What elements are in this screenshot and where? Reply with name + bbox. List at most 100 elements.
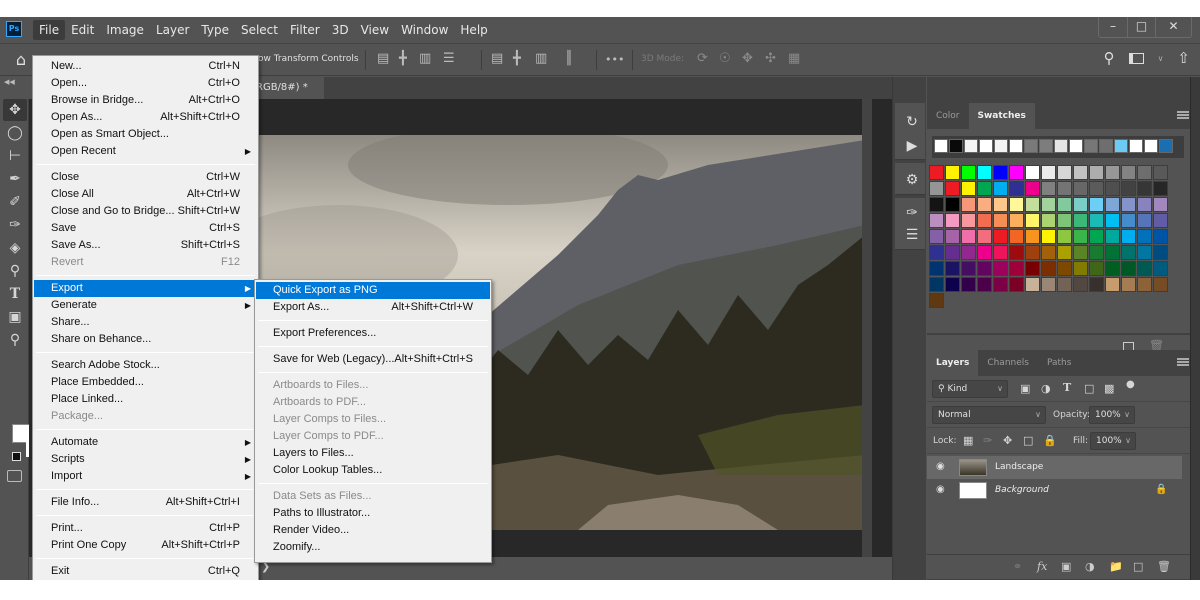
align-top-icon[interactable]: ▤ xyxy=(491,51,503,66)
menu-edit[interactable]: Edit xyxy=(65,17,100,43)
color-swatch[interactable] xyxy=(993,261,1008,276)
home-icon[interactable]: ⌂ xyxy=(10,50,32,70)
export-menu-item[interactable]: Render Video... xyxy=(256,522,490,539)
color-swatch[interactable] xyxy=(1041,213,1056,228)
color-swatch[interactable] xyxy=(1057,261,1072,276)
chevron-down-icon[interactable]: ∨ xyxy=(1158,54,1164,63)
color-swatch[interactable] xyxy=(1137,197,1152,212)
color-swatch[interactable] xyxy=(945,261,960,276)
color-swatch[interactable] xyxy=(1105,229,1120,244)
color-swatch[interactable] xyxy=(1153,197,1168,212)
menu-image[interactable]: Image xyxy=(100,17,150,43)
color-swatch[interactable] xyxy=(1009,245,1024,260)
color-swatch[interactable] xyxy=(1041,165,1056,180)
file-menu-item[interactable]: Automate ▶ xyxy=(34,434,257,451)
layer-row-landscape[interactable]: ◉ Landscape xyxy=(927,456,1182,479)
color-swatch[interactable] xyxy=(1041,245,1056,260)
color-swatch[interactable] xyxy=(1041,277,1056,292)
color-swatch[interactable] xyxy=(1009,229,1024,244)
color-swatch[interactable] xyxy=(1137,277,1152,292)
actions-play-icon[interactable]: ▶ xyxy=(901,135,923,157)
color-swatch[interactable] xyxy=(1009,277,1024,292)
distribute-vertical-icon[interactable]: ║ xyxy=(565,51,573,66)
menu-type[interactable]: Type xyxy=(195,17,235,43)
color-swatch[interactable] xyxy=(945,213,960,228)
recent-swatch[interactable] xyxy=(1129,139,1143,153)
align-bottom-icon[interactable]: ▥ xyxy=(535,51,547,66)
canvas-scrollbar[interactable] xyxy=(862,99,872,557)
color-swatch[interactable] xyxy=(961,245,976,260)
color-swatch[interactable] xyxy=(1057,181,1072,196)
color-swatch[interactable] xyxy=(945,181,960,196)
brush-tool-icon[interactable]: ✑ xyxy=(3,214,27,236)
color-swatch[interactable] xyxy=(929,245,944,260)
align-right-icon[interactable]: ▥ xyxy=(419,51,431,66)
color-swatch[interactable] xyxy=(977,165,992,180)
color-swatch[interactable] xyxy=(1121,181,1136,196)
panel-scrollbar[interactable] xyxy=(1190,77,1200,580)
shape-layer-filter-icon[interactable]: □ xyxy=(1084,382,1094,395)
type-tool-icon[interactable]: T xyxy=(3,283,27,305)
color-swatch[interactable] xyxy=(977,277,992,292)
recent-swatch[interactable] xyxy=(1069,139,1083,153)
properties-icon[interactable]: ⚙ xyxy=(901,169,923,191)
menu-view[interactable]: View xyxy=(355,17,395,43)
color-swatch[interactable] xyxy=(1121,261,1136,276)
color-swatch[interactable] xyxy=(1057,277,1072,292)
export-menu-item[interactable]: Save for Web (Legacy)... Alt+Shift+Ctrl+S xyxy=(256,351,490,368)
visibility-eye-icon[interactable]: ◉ xyxy=(936,484,945,495)
color-swatch[interactable] xyxy=(1121,229,1136,244)
new-group-folder-icon[interactable]: 📁 xyxy=(1109,560,1123,573)
file-menu-item[interactable]: Place Embedded... xyxy=(34,374,257,391)
menu-layer[interactable]: Layer xyxy=(150,17,195,43)
crop-tool-icon[interactable]: ⊢ xyxy=(3,145,27,167)
file-menu-item[interactable]: Generate ▶ xyxy=(34,297,257,314)
color-swatch[interactable] xyxy=(1073,213,1088,228)
color-swatch[interactable] xyxy=(993,165,1008,180)
color-swatch[interactable] xyxy=(1153,181,1168,196)
file-menu-item[interactable]: Print... Ctrl+P xyxy=(34,520,257,537)
kind-filter-select[interactable]: ⚲ Kind ∨ xyxy=(932,380,1008,398)
tab-layers[interactable]: Layers xyxy=(927,350,979,376)
lock-all-icon[interactable]: 🔒 xyxy=(1043,434,1057,447)
color-swatch[interactable] xyxy=(993,213,1008,228)
color-swatch[interactable] xyxy=(961,213,976,228)
color-swatch[interactable] xyxy=(993,197,1008,212)
recent-swatch[interactable] xyxy=(949,139,963,153)
color-swatch[interactable] xyxy=(1009,165,1024,180)
recent-swatch[interactable] xyxy=(1024,139,1038,153)
file-menu-item[interactable]: Open... Ctrl+O xyxy=(34,75,257,92)
color-swatch[interactable] xyxy=(1073,245,1088,260)
color-swatch[interactable] xyxy=(961,181,976,196)
color-swatch[interactable] xyxy=(929,229,944,244)
lock-artboard-icon[interactable]: □ xyxy=(1023,434,1033,447)
type-layer-filter-icon[interactable]: T xyxy=(1063,381,1071,394)
color-swatch[interactable] xyxy=(1105,245,1120,260)
file-menu-item[interactable]: Import ▶ xyxy=(34,468,257,485)
search-icon[interactable]: ⚲ xyxy=(1104,49,1115,67)
roll-3d-icon[interactable]: ☉ xyxy=(719,51,731,66)
color-swatch[interactable] xyxy=(1073,229,1088,244)
color-swatch[interactable] xyxy=(1153,165,1168,180)
color-swatch[interactable] xyxy=(1089,213,1104,228)
new-layer-icon[interactable]: □ xyxy=(1133,560,1143,573)
color-swatch[interactable] xyxy=(977,181,992,196)
recent-swatch[interactable] xyxy=(1099,139,1113,153)
color-swatch[interactable] xyxy=(961,229,976,244)
show-transform-controls-label[interactable]: ow Transform Controls xyxy=(258,54,359,64)
color-swatch[interactable] xyxy=(945,277,960,292)
color-swatch[interactable] xyxy=(1025,245,1040,260)
color-swatch[interactable] xyxy=(993,181,1008,196)
color-swatch[interactable] xyxy=(1089,197,1104,212)
color-swatch[interactable] xyxy=(1089,165,1104,180)
recent-swatch[interactable] xyxy=(1159,139,1173,153)
recent-swatch[interactable] xyxy=(1084,139,1098,153)
color-swatch[interactable] xyxy=(1137,165,1152,180)
color-swatch[interactable] xyxy=(1041,197,1056,212)
file-menu-item[interactable]: Save Ctrl+S xyxy=(34,220,257,237)
color-swatch[interactable] xyxy=(1137,245,1152,260)
color-swatch[interactable] xyxy=(1121,245,1136,260)
color-swatch[interactable] xyxy=(1121,197,1136,212)
color-swatch[interactable] xyxy=(1105,197,1120,212)
paint-bucket-tool-icon[interactable]: ◈ xyxy=(3,237,27,259)
